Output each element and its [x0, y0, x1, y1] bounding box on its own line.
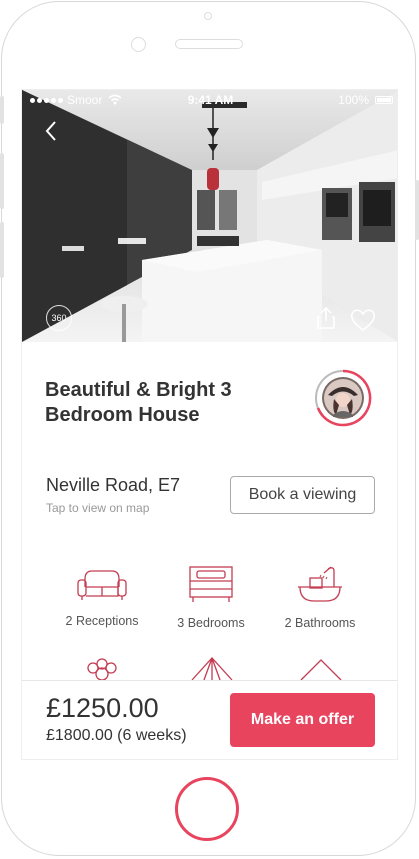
property-address[interactable]: Neville Road, E7 [46, 475, 180, 496]
flower-icon [87, 658, 117, 681]
battery-icon [375, 96, 393, 104]
kitchen-photo [22, 90, 397, 342]
front-camera [131, 37, 146, 52]
view-360-button[interactable]: 360 [46, 305, 72, 331]
listing-title-line-1: Beautiful & Bright 3 [45, 379, 232, 401]
feature-receptions-label: 2 Receptions [65, 614, 139, 628]
bed-icon [189, 566, 233, 602]
rent-price: £1250.00 [46, 693, 159, 723]
roof-icon [300, 659, 342, 681]
home-button[interactable] [175, 777, 239, 841]
listing-title: Beautiful & Bright 3 Bedroom House [45, 378, 295, 428]
status-bar: Smoor 9:41 AM 100% [22, 90, 397, 112]
listing-title-line-2: Bedroom House [45, 404, 200, 426]
agent-avatar[interactable] [314, 369, 372, 427]
volume-down-button [0, 222, 4, 278]
volume-up-button [0, 153, 4, 209]
book-viewing-button[interactable]: Book a viewing [230, 476, 375, 514]
feature-bathrooms-label: 2 Bathrooms [284, 616, 356, 630]
power-button [415, 180, 419, 240]
feature-bathrooms: 2 Bathrooms [265, 565, 375, 630]
price-footer: £1250.00 £1800.00 (6 weeks) Make an offe… [22, 680, 397, 759]
property-photo[interactable]: Smoor 9:41 AM 100% 360 [22, 90, 397, 342]
app-screen: Smoor 9:41 AM 100% 360 Beautiful & Brigh… [21, 89, 398, 760]
garden-tent-icon [191, 657, 233, 681]
feature-bedrooms: 3 Bedrooms [156, 565, 266, 630]
heart-icon[interactable] [350, 308, 376, 332]
mute-switch [0, 96, 4, 124]
earpiece-speaker [175, 39, 243, 49]
deposit-price: £1800.00 (6 weeks) [46, 727, 187, 744]
bathtub-icon [298, 566, 342, 602]
share-icon[interactable] [316, 306, 336, 330]
map-hint[interactable]: Tap to view on map [46, 501, 149, 515]
proximity-sensor [204, 12, 212, 20]
make-offer-button[interactable]: Make an offer [230, 693, 375, 747]
feature-receptions: 2 Receptions [47, 565, 157, 628]
feature-bedrooms-label: 3 Bedrooms [177, 616, 245, 630]
back-arrow-icon[interactable] [44, 120, 58, 142]
sofa-icon [77, 570, 127, 600]
battery-percentage: 100% [338, 93, 369, 107]
